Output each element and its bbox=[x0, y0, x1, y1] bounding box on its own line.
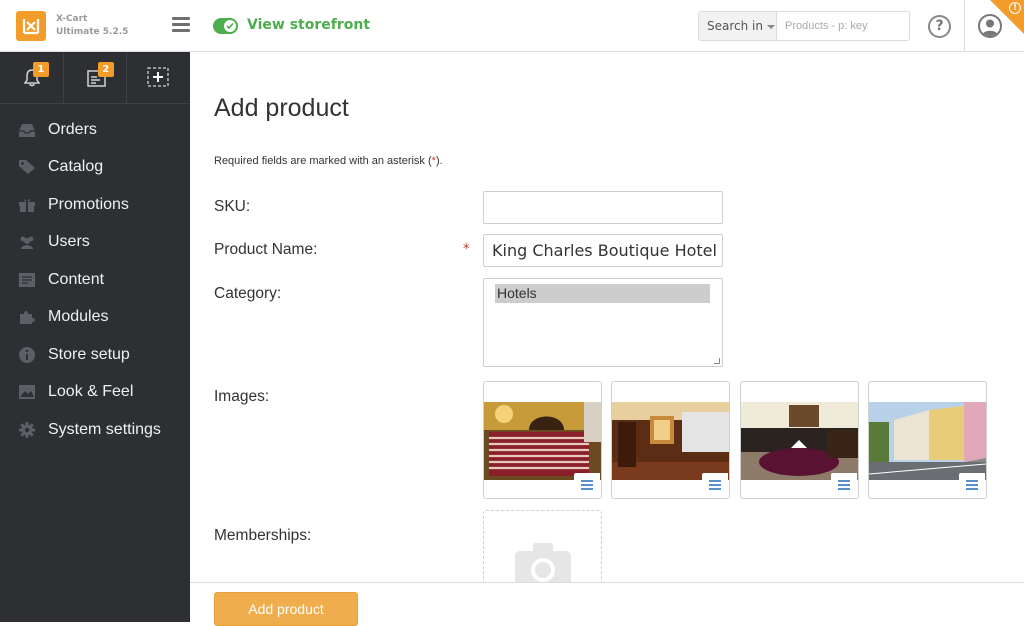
brand-name: X-Cart bbox=[56, 14, 88, 24]
hotel-dining-photo bbox=[741, 402, 858, 480]
sidebar-item-label: Users bbox=[48, 233, 90, 251]
gear-icon bbox=[18, 421, 36, 439]
sidebar-item-label: Look & Feel bbox=[48, 383, 134, 401]
toggle-knob bbox=[224, 20, 236, 32]
hamburger-menu-icon[interactable] bbox=[172, 17, 190, 33]
sidebar-item-look-feel[interactable]: Look & Feel bbox=[0, 374, 190, 412]
sidebar-item-label: Store setup bbox=[48, 345, 130, 363]
add-product-button[interactable]: Add product bbox=[214, 592, 358, 626]
storefront-toggle[interactable] bbox=[213, 18, 238, 34]
page-title: Add product bbox=[214, 94, 349, 122]
quick-links: 1 2 bbox=[0, 52, 190, 104]
category-label: Category: bbox=[214, 285, 282, 302]
category-option-hotels[interactable]: Hotels bbox=[495, 284, 710, 303]
sidebar-item-label: System settings bbox=[48, 420, 161, 438]
sku-label: SKU: bbox=[214, 198, 251, 215]
sidebar-item-content[interactable]: Content bbox=[0, 261, 190, 299]
check-icon bbox=[226, 22, 234, 30]
hotel-hallway-photo bbox=[612, 402, 729, 480]
product-name-label: Product Name: bbox=[214, 241, 318, 258]
resize-handle-icon[interactable] bbox=[714, 358, 720, 364]
plus-box-icon bbox=[147, 67, 169, 87]
puzzle-icon bbox=[18, 308, 36, 326]
search-in-label: Search in bbox=[707, 19, 763, 33]
notifications-badge: 1 bbox=[33, 62, 49, 77]
sidebar-item-modules[interactable]: Modules bbox=[0, 299, 190, 337]
sidebar-item-label: Content bbox=[48, 270, 105, 288]
content-icon bbox=[18, 271, 36, 289]
required-note-suffix: ). bbox=[435, 155, 443, 167]
required-fields-note: Required fields are marked with an aster… bbox=[214, 155, 443, 167]
sidebar-item-orders[interactable]: Orders bbox=[0, 111, 190, 149]
users-icon bbox=[18, 233, 36, 251]
product-name-input[interactable]: King Charles Boutique Hotel Re bbox=[483, 234, 723, 267]
sidebar: 1 2 Orders Catalog Promotions Users Cont… bbox=[0, 52, 190, 622]
product-image-card[interactable] bbox=[868, 381, 987, 499]
warning-icon[interactable]: ! bbox=[1009, 2, 1021, 14]
quick-link-orders[interactable]: 2 bbox=[64, 52, 128, 103]
hotel-street-photo bbox=[869, 402, 986, 480]
tag-icon bbox=[18, 158, 36, 176]
cart-logo-icon bbox=[22, 19, 40, 35]
brand-version: Ultimate 5.2.5 bbox=[56, 27, 129, 37]
product-image-card[interactable] bbox=[740, 381, 859, 499]
image-icon bbox=[18, 383, 36, 401]
product-image-card[interactable] bbox=[611, 381, 730, 499]
view-storefront-link[interactable]: View storefront bbox=[247, 17, 370, 33]
product-image-card[interactable] bbox=[483, 381, 602, 499]
search-in-dropdown[interactable]: Search in bbox=[698, 11, 776, 41]
image-options-menu-icon[interactable] bbox=[831, 473, 857, 497]
search-input[interactable] bbox=[776, 11, 910, 41]
sidebar-item-label: Promotions bbox=[48, 195, 129, 213]
hotel-room-photo bbox=[484, 402, 601, 480]
sidebar-item-store-setup[interactable]: Store setup bbox=[0, 336, 190, 374]
images-label: Images: bbox=[214, 388, 270, 405]
orders-icon bbox=[18, 121, 36, 139]
image-options-menu-icon[interactable] bbox=[959, 473, 985, 497]
category-select[interactable]: Hotels bbox=[483, 278, 723, 367]
chevron-down-icon bbox=[766, 24, 775, 29]
xcart-logo[interactable] bbox=[16, 11, 46, 41]
sidebar-item-label: Modules bbox=[48, 308, 109, 326]
sidebar-item-catalog[interactable]: Catalog bbox=[0, 149, 190, 187]
memberships-label: Memberships: bbox=[214, 527, 312, 544]
main-content: Add product Required fields are marked w… bbox=[190, 52, 1024, 590]
sidebar-item-system-settings[interactable]: System settings bbox=[0, 411, 190, 449]
sidebar-menu: Orders Catalog Promotions Users Content bbox=[0, 104, 190, 449]
required-note-prefix: Required fields are marked with an aster… bbox=[214, 155, 432, 167]
quick-link-add-new[interactable] bbox=[127, 52, 190, 103]
header-divider bbox=[964, 0, 965, 52]
orders-badge: 2 bbox=[97, 62, 114, 77]
top-bar: X-Cart Ultimate 5.2.5 View storefront Se… bbox=[0, 0, 1024, 52]
brand-text: X-Cart Ultimate 5.2.5 bbox=[56, 13, 128, 39]
sidebar-item-label: Orders bbox=[48, 120, 97, 138]
image-upload-dropzone[interactable] bbox=[483, 510, 602, 590]
help-icon[interactable]: ? bbox=[928, 15, 951, 38]
quick-link-notifications[interactable]: 1 bbox=[0, 52, 64, 103]
sidebar-item-label: Catalog bbox=[48, 158, 104, 176]
image-options-menu-icon[interactable] bbox=[702, 473, 728, 497]
sidebar-item-promotions[interactable]: Promotions bbox=[0, 186, 190, 224]
info-icon bbox=[18, 346, 36, 364]
sidebar-item-users[interactable]: Users bbox=[0, 224, 190, 262]
sku-input[interactable] bbox=[483, 191, 723, 224]
required-star: * bbox=[463, 242, 470, 257]
bottom-action-bar: Add product bbox=[190, 582, 1024, 626]
gift-icon bbox=[18, 196, 36, 214]
image-options-menu-icon[interactable] bbox=[574, 473, 600, 497]
